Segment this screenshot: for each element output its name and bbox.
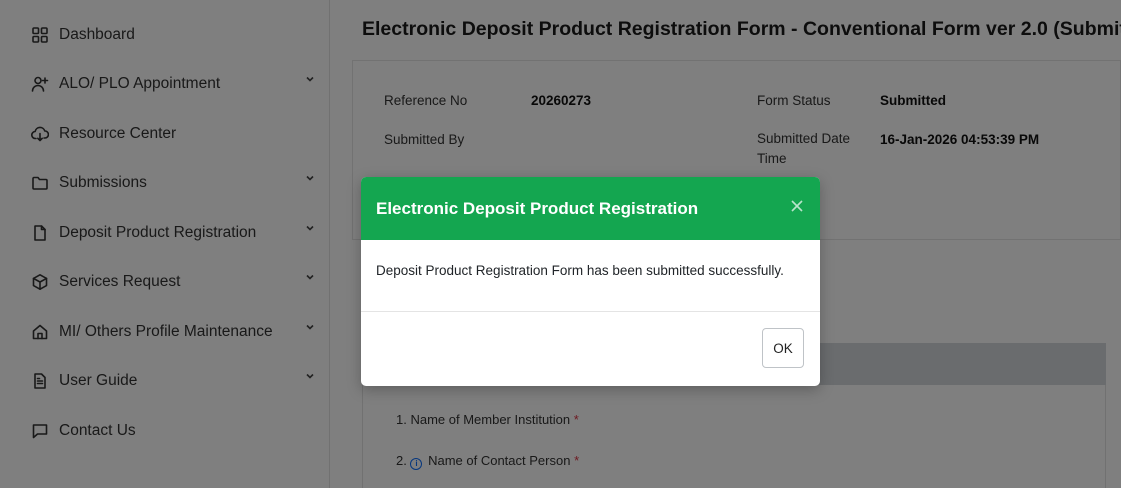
modal-title: Electronic Deposit Product Registration xyxy=(376,198,699,218)
modal-message: Deposit Product Registration Form has be… xyxy=(361,240,820,312)
close-icon[interactable] xyxy=(790,199,806,215)
success-modal: Electronic Deposit Product Registration … xyxy=(361,177,820,386)
modal-footer: OK xyxy=(361,312,820,386)
ok-button[interactable]: OK xyxy=(762,328,804,368)
modal-header: Electronic Deposit Product Registration xyxy=(361,177,820,240)
